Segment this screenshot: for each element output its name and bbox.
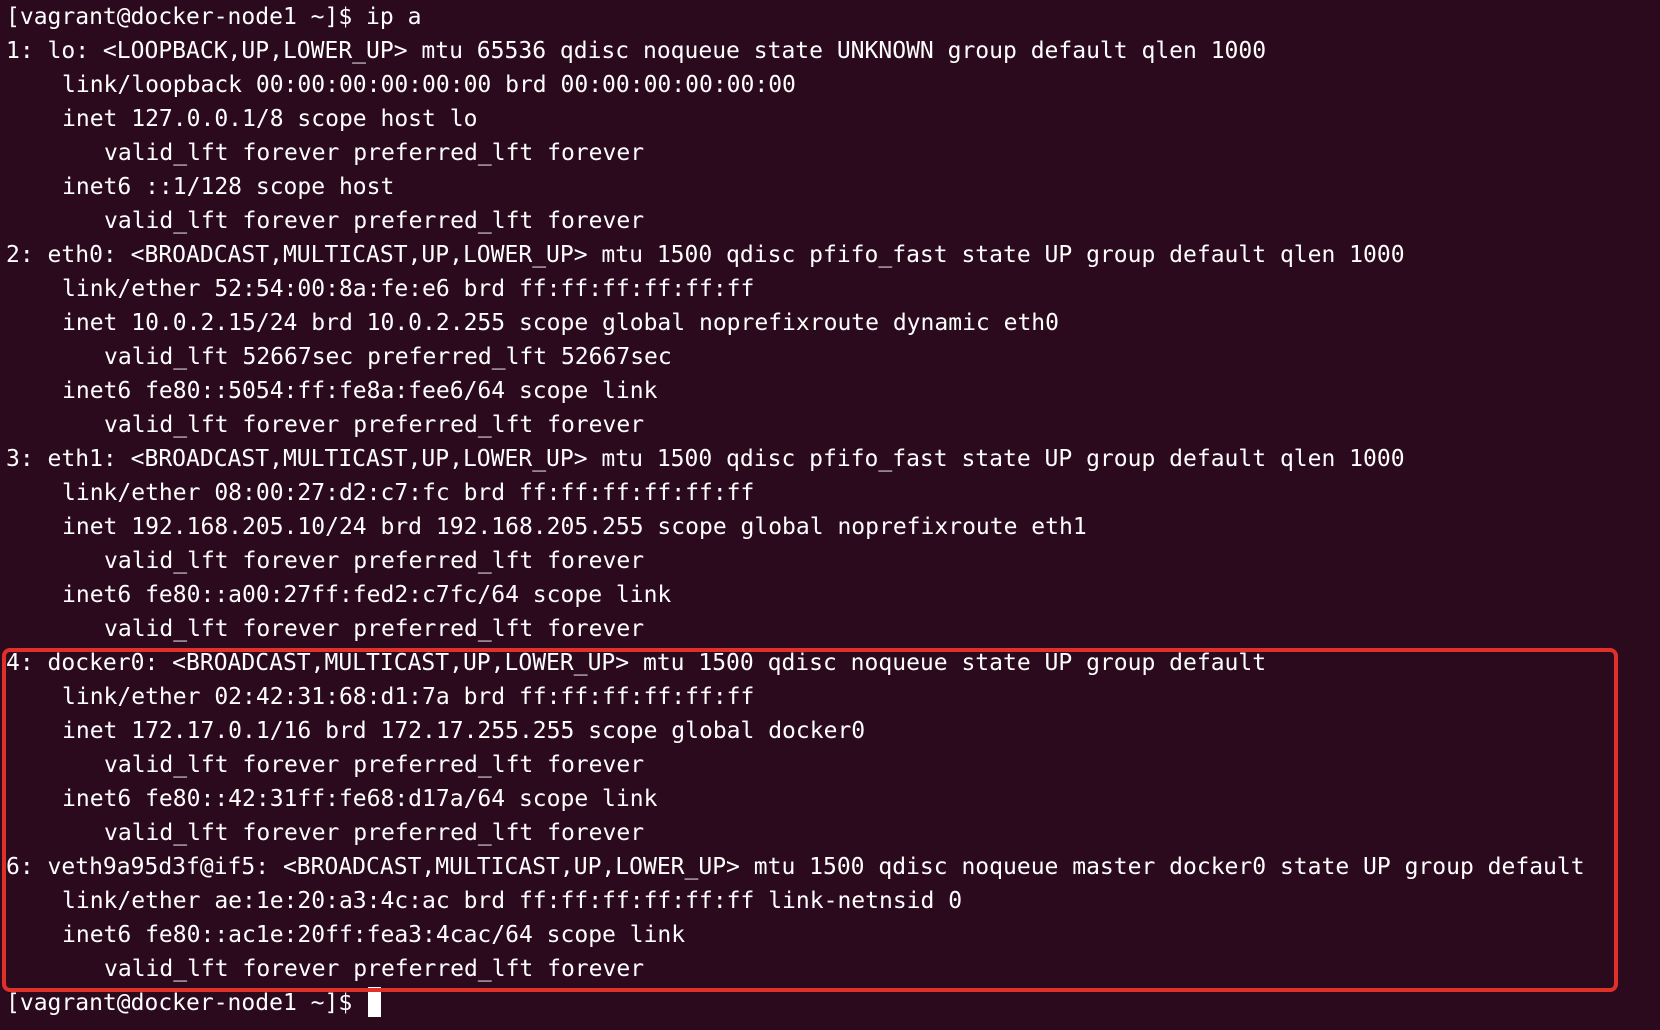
terminal-window[interactable]: [vagrant@docker-node1 ~]$ ip a 1: lo: <LO…	[0, 0, 1660, 1030]
output-line: valid_lft forever preferred_lft forever	[104, 208, 645, 234]
output-line: link/loopback 00:00:00:00:00:00 brd 00:0…	[62, 72, 796, 98]
output-line: valid_lft forever preferred_lft forever	[104, 956, 645, 982]
text-cursor	[368, 987, 382, 1017]
output-line: inet 10.0.2.15/24 brd 10.0.2.255 scope g…	[62, 310, 1059, 336]
output-line: 6: veth9a95d3f@if5: <BROADCAST,MULTICAST…	[6, 854, 1585, 880]
output-line: inet6 fe80::a00:27ff:fed2:c7fc/64 scope …	[62, 582, 672, 608]
output-line: inet6 ::1/128 scope host	[62, 174, 395, 200]
output-line: 4: docker0: <BROADCAST,MULTICAST,UP,LOWE…	[6, 650, 1267, 676]
output-line: link/ether ae:1e:20:a3:4c:ac brd ff:ff:f…	[62, 888, 963, 914]
output-line: inet 172.17.0.1/16 brd 172.17.255.255 sc…	[62, 718, 866, 744]
output-line: valid_lft forever preferred_lft forever	[104, 616, 645, 642]
terminal-output: [vagrant@docker-node1 ~]$ ip a 1: lo: <LO…	[6, 0, 1660, 986]
output-line: link/ether 08:00:27:d2:c7:fc brd ff:ff:f…	[62, 480, 755, 506]
output-line: [vagrant@docker-node1 ~]$ ip a	[6, 4, 422, 30]
shell-prompt: [vagrant@docker-node1 ~]$	[6, 990, 367, 1016]
output-line: valid_lft forever preferred_lft forever	[104, 412, 645, 438]
output-line: inet 127.0.0.1/8 scope host lo	[62, 106, 478, 132]
output-line: valid_lft 52667sec preferred_lft 52667se…	[104, 344, 672, 370]
output-line: link/ether 02:42:31:68:d1:7a brd ff:ff:f…	[62, 684, 755, 710]
output-line: valid_lft forever preferred_lft forever	[104, 140, 645, 166]
output-line: inet6 fe80::42:31ff:fe68:d17a/64 scope l…	[62, 786, 658, 812]
output-line: 1: lo: <LOOPBACK,UP,LOWER_UP> mtu 65536 …	[6, 38, 1267, 64]
output-line: inet 192.168.205.10/24 brd 192.168.205.2…	[62, 514, 1087, 540]
output-line: inet6 fe80::ac1e:20ff:fea3:4cac/64 scope…	[62, 922, 686, 948]
terminal-prompt-line[interactable]: [vagrant@docker-node1 ~]$	[6, 986, 1660, 1020]
output-line: inet6 fe80::5054:ff:fe8a:fee6/64 scope l…	[62, 378, 658, 404]
output-line: 2: eth0: <BROADCAST,MULTICAST,UP,LOWER_U…	[6, 242, 1405, 268]
output-line: valid_lft forever preferred_lft forever	[104, 548, 645, 574]
output-line: 3: eth1: <BROADCAST,MULTICAST,UP,LOWER_U…	[6, 446, 1405, 472]
output-line: valid_lft forever preferred_lft forever	[104, 752, 645, 778]
output-line: valid_lft forever preferred_lft forever	[104, 820, 645, 846]
output-line: link/ether 52:54:00:8a:fe:e6 brd ff:ff:f…	[62, 276, 755, 302]
